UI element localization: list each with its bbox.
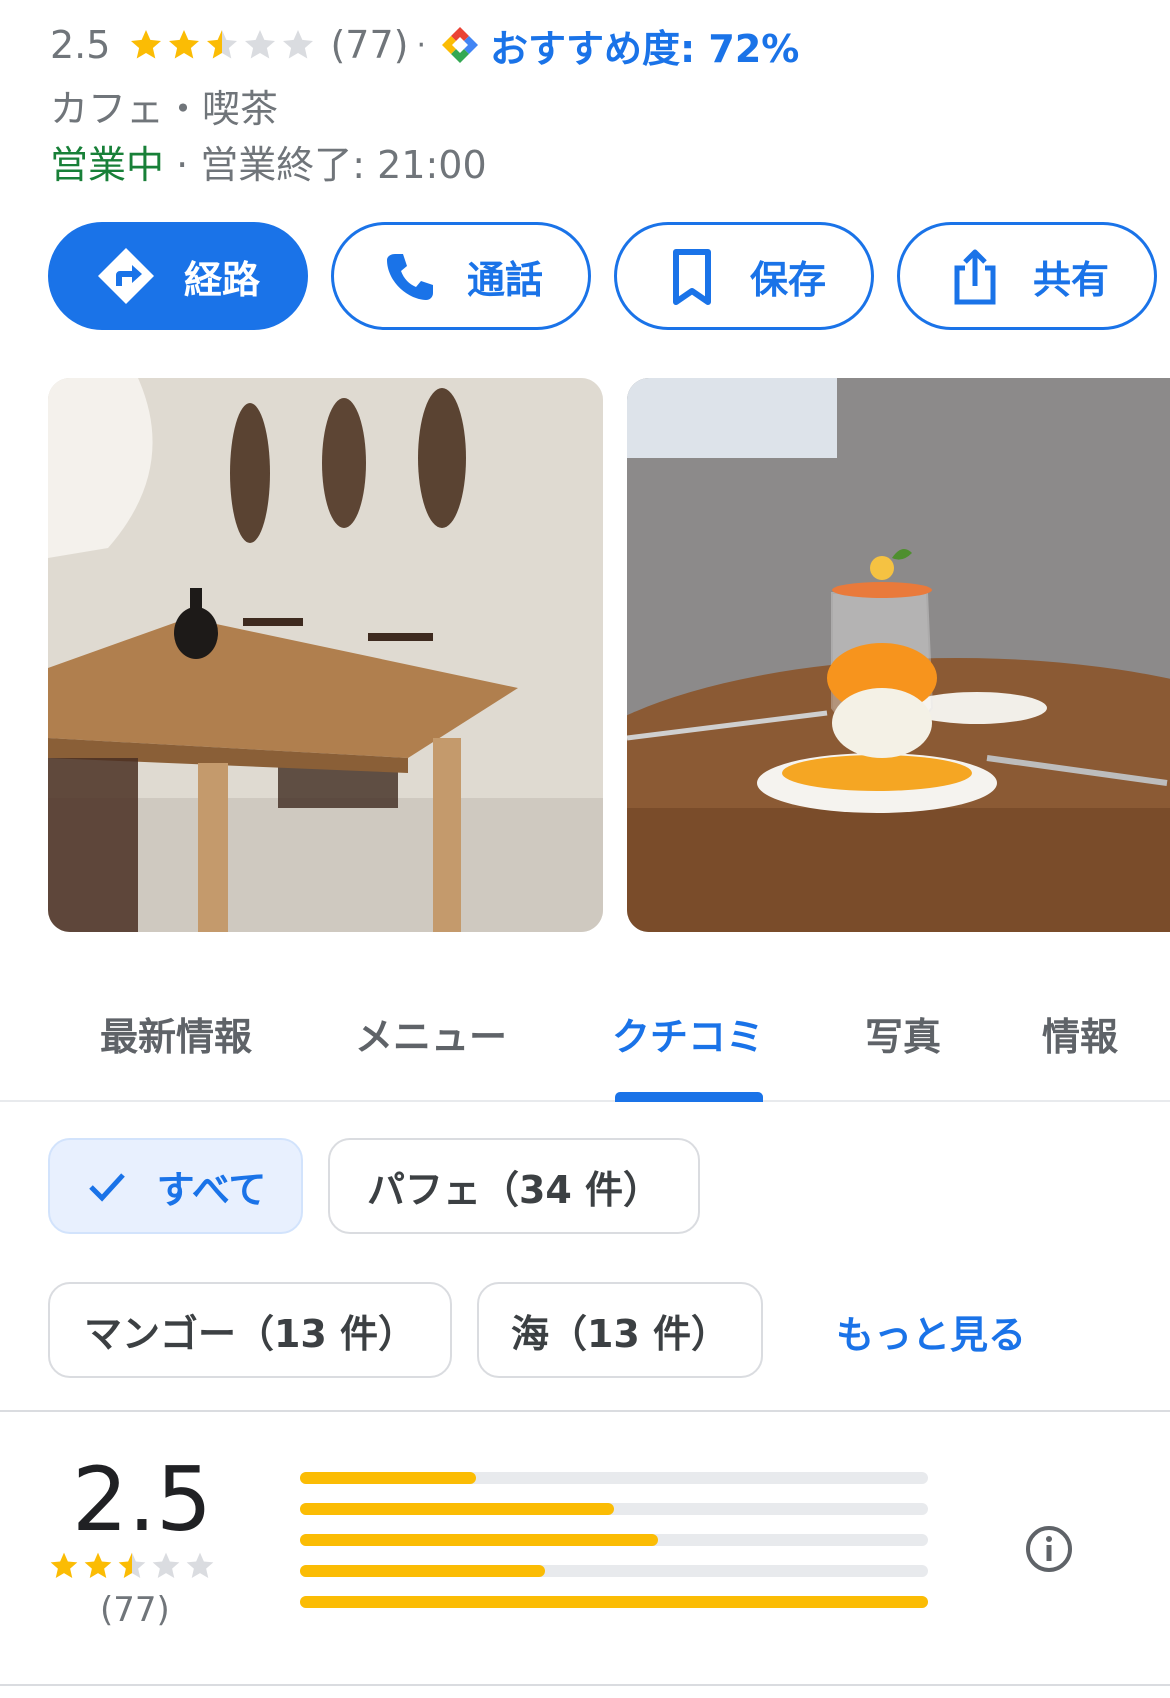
directions-button[interactable]: 経路 [48,222,308,330]
separator: · [416,27,426,63]
bottom-divider [0,1684,1170,1686]
distribution-bar [300,1534,928,1546]
tab-info[interactable]: 情報 [1042,1006,1118,1061]
chip-sea[interactable]: 海（13 件） [477,1282,763,1378]
more-topics-link[interactable]: もっと見る [836,1304,1026,1359]
star-icon [152,1552,180,1578]
chip-all-label: すべて [156,1167,267,1212]
mango-parfait-photo[interactable] [627,378,1170,932]
star-icon [50,1552,78,1578]
recommend-text: おすすめ度: 72% [490,26,800,71]
tab-menu[interactable]: メニュー [355,1006,507,1061]
star-icon [131,30,162,59]
open-status: 営業中 [50,143,165,187]
directions-label: 経路 [183,257,260,302]
rating-value: 2.5 [50,23,111,67]
save-button[interactable]: 保存 [614,222,874,330]
call-label: 通話 [466,257,543,302]
distribution-bar-fill [300,1503,614,1515]
tab-updates[interactable]: 最新情報 [100,1006,252,1061]
recommend-rate[interactable]: おすすめ度: 72% [434,18,799,73]
phone-icon [386,254,433,300]
distribution-bar [300,1503,928,1515]
info-icon[interactable] [1024,1524,1074,1574]
chip-parfait[interactable]: パフェ（34 件） [328,1138,700,1234]
active-tab-indicator [615,1092,763,1102]
cafe-interior-photo[interactable] [48,378,603,932]
hours-separator: · [164,143,201,187]
distribution-bar-fill [300,1596,928,1608]
summary-review-count: (77) [100,1590,170,1630]
share-icon [954,249,996,305]
review-count[interactable]: (77) [330,23,408,67]
call-button[interactable]: 通話 [331,222,591,330]
closing-time[interactable]: 営業終了: 21:00 [200,143,486,187]
star-icon [207,30,238,59]
distribution-bar [300,1596,928,1608]
star-icon [186,1552,214,1578]
distribution-bar [300,1472,928,1484]
star-icon [283,30,314,59]
divider [0,1410,1170,1412]
summary-rating: 2.5 [72,1448,212,1551]
distribution-bar-fill [300,1534,658,1546]
chip-mango[interactable]: マンゴー（13 件） [48,1282,452,1378]
share-button[interactable]: 共有 [897,222,1157,330]
distribution-bar-fill [300,1472,476,1484]
hours-line: 営業中 · 営業終了: 21:00 [50,134,487,189]
tab-photos[interactable]: 写真 [865,1006,941,1061]
star-icon [118,1552,146,1578]
bookmark-icon [672,249,711,305]
star-icon [84,1552,112,1578]
rating-line: 2.5 (77) · おすすめ度: 72% [50,18,799,73]
share-label: 共有 [1032,257,1109,302]
check-icon [88,1173,125,1202]
summary-stars [48,1550,218,1582]
category: カフェ・喫茶 [50,87,279,131]
distribution-bar [300,1565,928,1577]
rating-stars [128,27,318,63]
distribution-bar-fill [300,1565,545,1577]
directions-icon [97,248,154,304]
star-icon [245,30,276,59]
chip-all[interactable]: すべて [48,1138,303,1234]
google-diamond-icon [442,27,478,63]
tab-bar: 最新情報 メニュー クチコミ 写真 情報 [0,992,1170,1102]
save-label: 保存 [749,257,826,302]
tab-reviews[interactable]: クチコミ [612,1006,764,1061]
star-icon [169,30,200,59]
